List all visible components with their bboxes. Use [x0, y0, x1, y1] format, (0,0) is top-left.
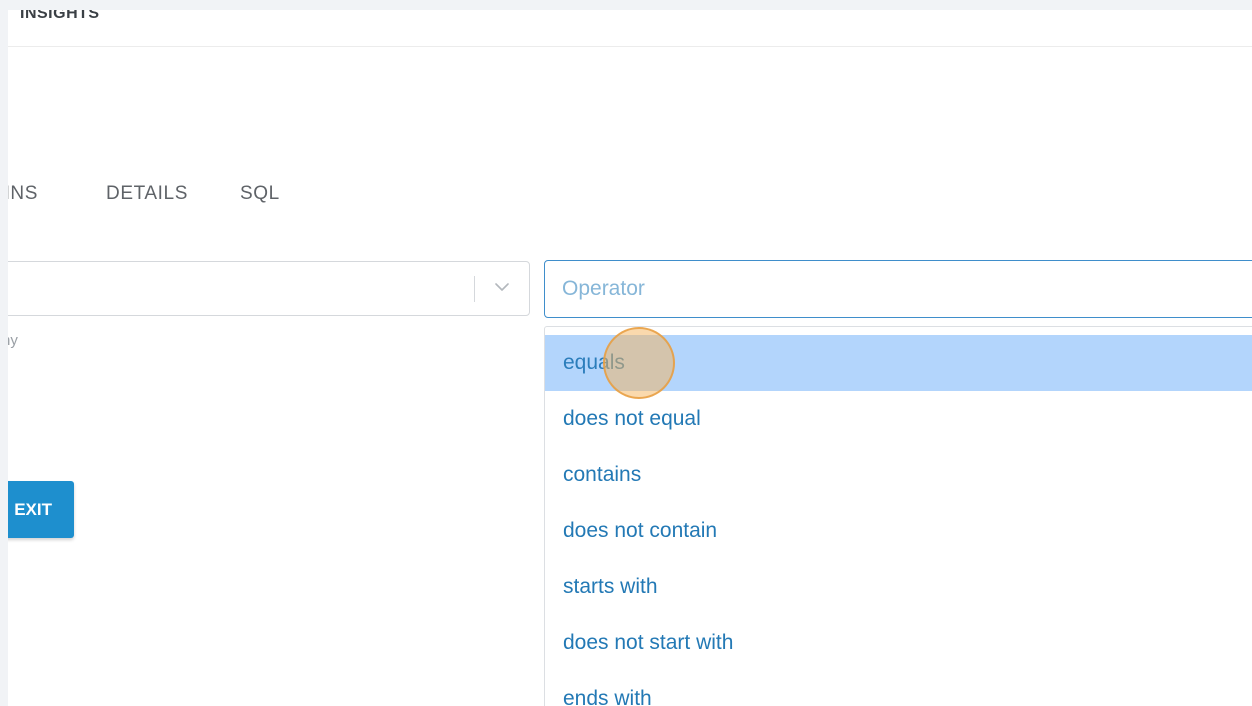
column-select[interactable]	[8, 261, 530, 316]
option-does-not-start-with[interactable]: does not start with	[545, 615, 1252, 671]
select-separator	[474, 276, 475, 302]
operator-dropdown: equals does not equal contains does not …	[544, 326, 1252, 706]
tab-columns[interactable]: MNS	[8, 183, 38, 205]
app-header: INSIGHTS	[8, 10, 1252, 47]
chevron-down-icon[interactable]	[493, 278, 511, 296]
operator-input[interactable]	[544, 260, 1252, 318]
exit-button[interactable]: EXIT	[8, 481, 74, 538]
option-does-not-contain[interactable]: does not contain	[545, 503, 1252, 559]
option-does-not-equal[interactable]: does not equal	[545, 391, 1252, 447]
page-title: INSIGHTS	[20, 10, 100, 22]
tab-sql[interactable]: SQL	[240, 183, 280, 205]
option-contains[interactable]: contains	[545, 447, 1252, 503]
option-ends-with[interactable]: ends with	[545, 671, 1252, 706]
tab-details[interactable]: DETAILS	[106, 183, 188, 205]
option-equals[interactable]: equals	[545, 335, 1252, 391]
main-panel: INSIGHTS MNS DETAILS SQL ny EXIT equals …	[8, 10, 1252, 706]
option-starts-with[interactable]: starts with	[545, 559, 1252, 615]
field-helper-text: ny	[8, 332, 18, 349]
